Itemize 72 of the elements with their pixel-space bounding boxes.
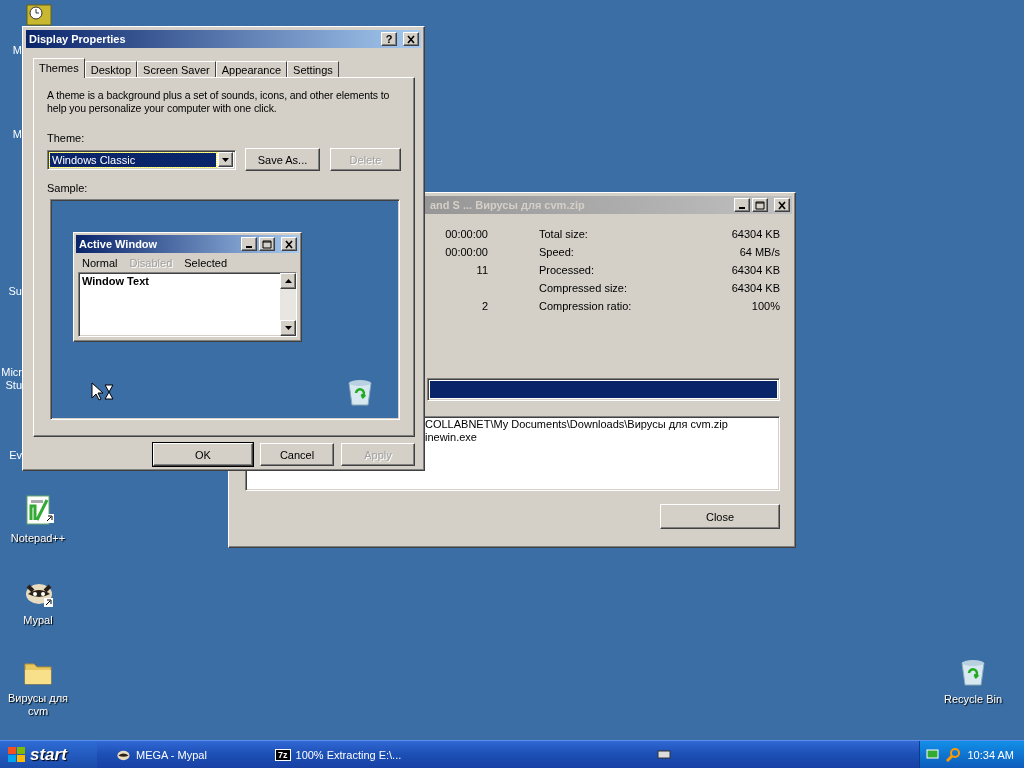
maximize-button[interactable] [259,237,275,251]
taskbar-button[interactable]: MEGA - Mypal [109,743,259,766]
dropdown-arrow-icon [222,157,229,162]
search-icon[interactable] [945,746,962,763]
stat-reading: 64304 KB [731,281,780,295]
minimize-button[interactable] [241,237,257,251]
shortcut-arrow-icon [45,514,54,523]
tab[interactable]: Themes [33,58,85,78]
stat-label: Compression ratio: [539,299,633,313]
theme-dropdown[interactable]: Windows Classic [47,149,236,170]
icon-label: M [11,44,22,57]
tab[interactable]: Appearance [215,61,288,77]
icon-label: Su [7,285,22,298]
icon-label[interactable]: Notepad++ [10,532,66,545]
shortcut-arrow-icon [44,598,53,607]
stat-label: Compressed size: [539,281,629,295]
icon-label[interactable]: Вирусы для cvm [0,692,76,718]
stat-reading: 64304 KB [731,227,780,241]
sample-window-text: Window Text [81,274,150,289]
start-button[interactable]: start [0,740,97,768]
close-button[interactable]: Close [660,504,780,529]
minimize-button[interactable] [734,198,750,212]
monitor-icon [925,747,940,762]
icon-label: M [11,128,22,141]
tab[interactable]: Screen Saver [137,61,216,77]
dialog-button[interactable]: Cancel [260,443,334,466]
network-icon [656,748,671,761]
stat-label: Processed: [539,263,596,277]
dialog-button[interactable]: OK [153,443,253,466]
icon-label[interactable]: Recycle Bin [943,693,1003,706]
minimize-icon [246,246,252,248]
maximize-icon [755,200,765,210]
sample-window-title: Active Window [79,238,159,250]
log-line: inewin.exe [425,431,478,444]
stat-label: Speed: [539,245,575,259]
log-line: COLLABNET\My Documents\Downloads\Вирусы для cvm.zip [425,418,729,431]
close-icon [777,200,787,210]
description-text: A theme is a background plus a set of sounds, icons, and other elements to help you personalize your computer with one click. [47,89,391,115]
windows-flag-icon [8,746,26,763]
tab[interactable]: Settings [287,61,339,77]
close-button[interactable] [403,32,419,46]
minimize-icon [739,207,745,209]
sample-label: Sample: [47,182,89,194]
close-button[interactable] [774,198,790,212]
taskbar-button[interactable]: 7z 100% Extracting E:\... [269,743,419,766]
stat-value: 00:00:00 [444,245,488,259]
icon-label: Micr Stu [0,366,22,392]
theme-button[interactable]: Save As... [245,148,320,171]
scroll-up-icon [284,279,292,283]
icon-label[interactable]: Mypal [23,614,53,627]
tab[interactable]: Desktop [84,61,138,77]
archive-badge: 7z [275,748,291,761]
close-button[interactable] [281,237,297,251]
stat-reading: 64304 KB [731,263,780,277]
close-icon [284,239,294,249]
theme-label: Theme: [47,132,86,144]
stat-value: 00:00:00 [444,227,488,241]
stat-label: Total size: [539,227,589,241]
help-button[interactable]: ? [381,32,397,46]
busy-cursor-icon [91,382,115,402]
clock: 10:34 AM [967,748,1014,761]
stat-reading: 64 MB/s [738,245,780,259]
stat-value: 2 [480,299,488,313]
maximize-button[interactable] [752,198,768,212]
scroll-down-icon [284,326,292,330]
stat-value: 11 [475,263,488,277]
icon-label: Ev [8,449,22,462]
close-icon [406,34,416,44]
stat-reading: 100% [750,299,780,313]
recycle-bin-icon [345,377,375,407]
maximize-icon [262,239,272,249]
window-title: Display Properties [29,33,127,45]
